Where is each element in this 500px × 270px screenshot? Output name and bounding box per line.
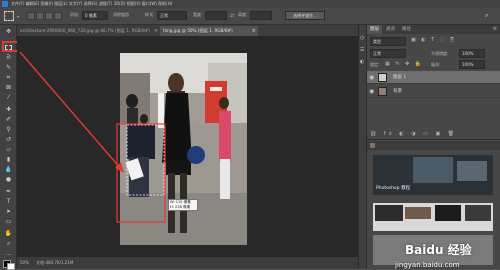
watermark-brand: Baidu 经验 — [405, 243, 472, 257]
learn-panel-header — [367, 141, 500, 150]
collapsed-panels-strip: ◷ ☰ ◐ — [358, 25, 367, 269]
tooltip-height: H: 228 像素 — [170, 205, 191, 209]
watermark-url: jingyan.baidu.com — [395, 261, 460, 269]
tutorial-title: Photoshop 教程 — [376, 186, 411, 191]
panel-menu-icon[interactable]: ≡ — [493, 26, 497, 32]
tutorial-card[interactable]: Photoshop 教程 — [373, 155, 493, 195]
selection-marquee — [126, 124, 165, 196]
filter-icons[interactable]: ▣ ◐ T ⬚ ⎘ — [411, 37, 456, 43]
tutorial-thumbnail — [465, 205, 491, 221]
size-tooltip: W: 115 像素 H: 228 像素 — [168, 199, 198, 211]
fill-input[interactable]: 100% — [459, 60, 485, 69]
tutorial-card[interactable] — [373, 203, 493, 231]
tab-layers[interactable]: 图层 — [367, 25, 382, 34]
layer-actions[interactable]: ⛓ fx ◐ ◑ ▭ ▣ 🗑 — [370, 131, 457, 137]
tutorial-thumbnail — [413, 157, 453, 183]
blend-mode-select[interactable]: 正常 — [370, 49, 406, 58]
adjustments-icon[interactable]: ◐ — [360, 59, 364, 65]
layer-filter-select[interactable]: 类型 — [370, 37, 406, 46]
document-size[interactable]: 文档:484.7K/1.21M — [36, 260, 73, 265]
layer-thumbnail — [378, 73, 387, 82]
filter-label: 类型 — [373, 39, 381, 44]
layer-name: 背景 — [393, 89, 402, 94]
eye-icon[interactable]: ◉ — [369, 74, 374, 81]
selection-highlight-box — [116, 123, 166, 223]
opacity-input[interactable]: 100% — [459, 49, 485, 58]
tutorial-thumbnail — [375, 205, 403, 221]
opacity-label: 不透明度: — [431, 51, 449, 56]
lock-icons[interactable]: ▦ ✎ ✥ 🔒 — [385, 61, 423, 67]
zoom-level[interactable]: 50% — [20, 260, 29, 265]
layer-thumbnail — [378, 87, 387, 96]
lock-label: 锁定: — [370, 62, 380, 67]
eye-icon[interactable]: ◉ — [369, 88, 374, 95]
history-icon[interactable]: ◷ — [360, 35, 364, 41]
properties-icon[interactable]: ☰ — [360, 47, 364, 53]
tab-channels[interactable]: 通道 — [383, 25, 398, 34]
panel-divider — [367, 139, 500, 140]
layer-row[interactable]: ◉ 图层 1 — [367, 71, 500, 84]
tutorial-thumbnail — [405, 207, 431, 219]
annotation-arrow — [19, 51, 123, 171]
layer-row[interactable]: ◉ 背景 — [367, 85, 500, 98]
layers-panel: 图层 通道 路径 ≡ 类型 ▣ ◐ T ⬚ ⎘ 正常 不透明度: 100% 锁定… — [367, 25, 500, 269]
fill-label: 填充: — [431, 62, 441, 67]
tutorial-thumbnail — [435, 205, 461, 221]
status-bar: 50% 文档:484.7K/1.21M — [17, 257, 358, 269]
layer-name: 图层 1 — [393, 75, 407, 80]
tutorial-thumbnail — [457, 161, 487, 181]
learn-icon — [370, 143, 375, 148]
panel-tab-bar: 图层 通道 路径 ≡ — [367, 25, 500, 34]
tab-paths[interactable]: 路径 — [399, 25, 414, 34]
